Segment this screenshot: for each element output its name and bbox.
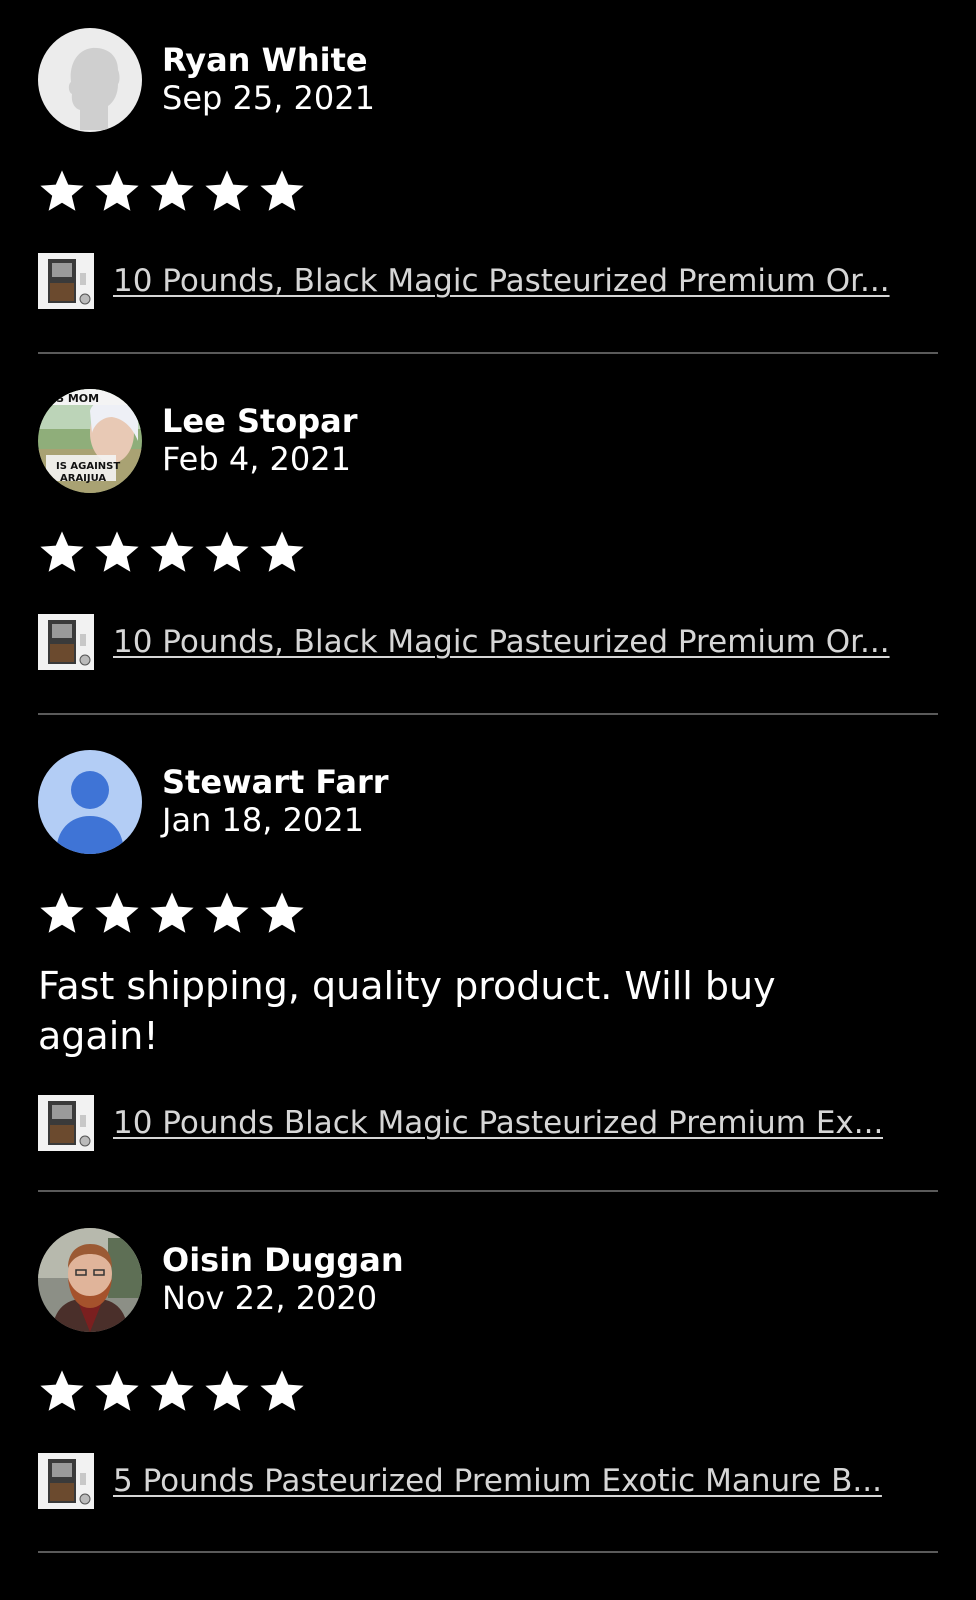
star-icon	[40, 1370, 84, 1411]
product-bag-icon	[38, 614, 94, 670]
reviewer-name[interactable]: Lee Stopar	[162, 403, 358, 439]
star-icon	[95, 1370, 139, 1411]
review-date: Sep 25, 2021	[162, 79, 375, 117]
star-icon	[95, 170, 139, 211]
star-rating	[38, 168, 306, 216]
review-header: IS MOM IS AGAINST ARAIJUA Lee Stopar Feb…	[38, 389, 938, 493]
default-silhouette-icon	[38, 28, 142, 132]
review-header: Stewart Farr Jan 18, 2021	[38, 750, 938, 854]
star-icon	[150, 892, 194, 933]
product-bag-icon	[38, 1095, 94, 1151]
product-thumbnail	[38, 614, 94, 670]
star-icon	[260, 1370, 304, 1411]
product-thumbnail	[38, 253, 94, 309]
divider	[38, 1551, 938, 1553]
review-date: Nov 22, 2020	[162, 1279, 378, 1317]
product-bag-icon	[38, 253, 94, 309]
divider	[38, 713, 938, 715]
star-icon	[40, 170, 84, 211]
divider	[38, 352, 938, 354]
star-icon	[150, 1370, 194, 1411]
star-icon	[260, 170, 304, 211]
star-icon	[205, 170, 249, 211]
star-icon	[260, 531, 304, 572]
product-thumbnail	[38, 1095, 94, 1151]
review-header: Ryan White Sep 25, 2021	[38, 28, 938, 132]
avatar-caption-bottom: ARAIJUA	[60, 473, 106, 484]
product-title[interactable]: 10 Pounds Black Magic Pasteurized Premiu…	[113, 1104, 883, 1142]
review-header: Oisin Duggan Nov 22, 2020	[38, 1228, 938, 1332]
product-bag-icon	[38, 1453, 94, 1509]
reviewer-name[interactable]: Oisin Duggan	[162, 1242, 404, 1278]
avatar[interactable]	[38, 750, 142, 854]
star-icon	[205, 1370, 249, 1411]
product-title[interactable]: 5 Pounds Pasteurized Premium Exotic Manu…	[113, 1462, 882, 1500]
avatar-caption-top: IS MOM	[52, 392, 99, 405]
product-link[interactable]: 5 Pounds Pasteurized Premium Exotic Manu…	[38, 1452, 938, 1510]
review-date: Jan 18, 2021	[162, 801, 364, 839]
star-icon	[205, 531, 249, 572]
star-icon	[260, 892, 304, 933]
photo-avatar-image	[38, 1228, 142, 1332]
star-rating	[38, 890, 306, 938]
divider	[38, 1190, 938, 1192]
star-icon	[150, 170, 194, 211]
product-link[interactable]: 10 Pounds, Black Magic Pasteurized Premi…	[38, 613, 938, 671]
product-link[interactable]: 10 Pounds Black Magic Pasteurized Premiu…	[38, 1094, 938, 1152]
default-person-icon	[38, 750, 142, 854]
review-date: Feb 4, 2021	[162, 440, 351, 478]
star-icon	[40, 531, 84, 572]
star-rating	[38, 1368, 306, 1416]
star-icon	[150, 531, 194, 572]
star-icon	[40, 892, 84, 933]
product-title[interactable]: 10 Pounds, Black Magic Pasteurized Premi…	[113, 623, 890, 661]
star-icon	[95, 531, 139, 572]
reviewer-name[interactable]: Ryan White	[162, 42, 368, 78]
star-icon	[95, 892, 139, 933]
star-icon	[205, 892, 249, 933]
product-link[interactable]: 10 Pounds, Black Magic Pasteurized Premi…	[38, 252, 938, 310]
avatar[interactable]: IS MOM IS AGAINST ARAIJUA	[38, 389, 142, 493]
star-rating	[38, 529, 306, 577]
avatar[interactable]	[38, 1228, 142, 1332]
reviewer-name[interactable]: Stewart Farr	[162, 764, 389, 800]
review-body: Fast shipping, quality product. Will buy…	[38, 964, 776, 1058]
photo-avatar-image: IS MOM IS AGAINST ARAIJUA	[38, 389, 142, 493]
avatar-caption-middle: IS AGAINST	[56, 461, 120, 472]
avatar[interactable]	[38, 28, 142, 132]
product-title[interactable]: 10 Pounds, Black Magic Pasteurized Premi…	[113, 262, 890, 300]
product-thumbnail	[38, 1453, 94, 1509]
